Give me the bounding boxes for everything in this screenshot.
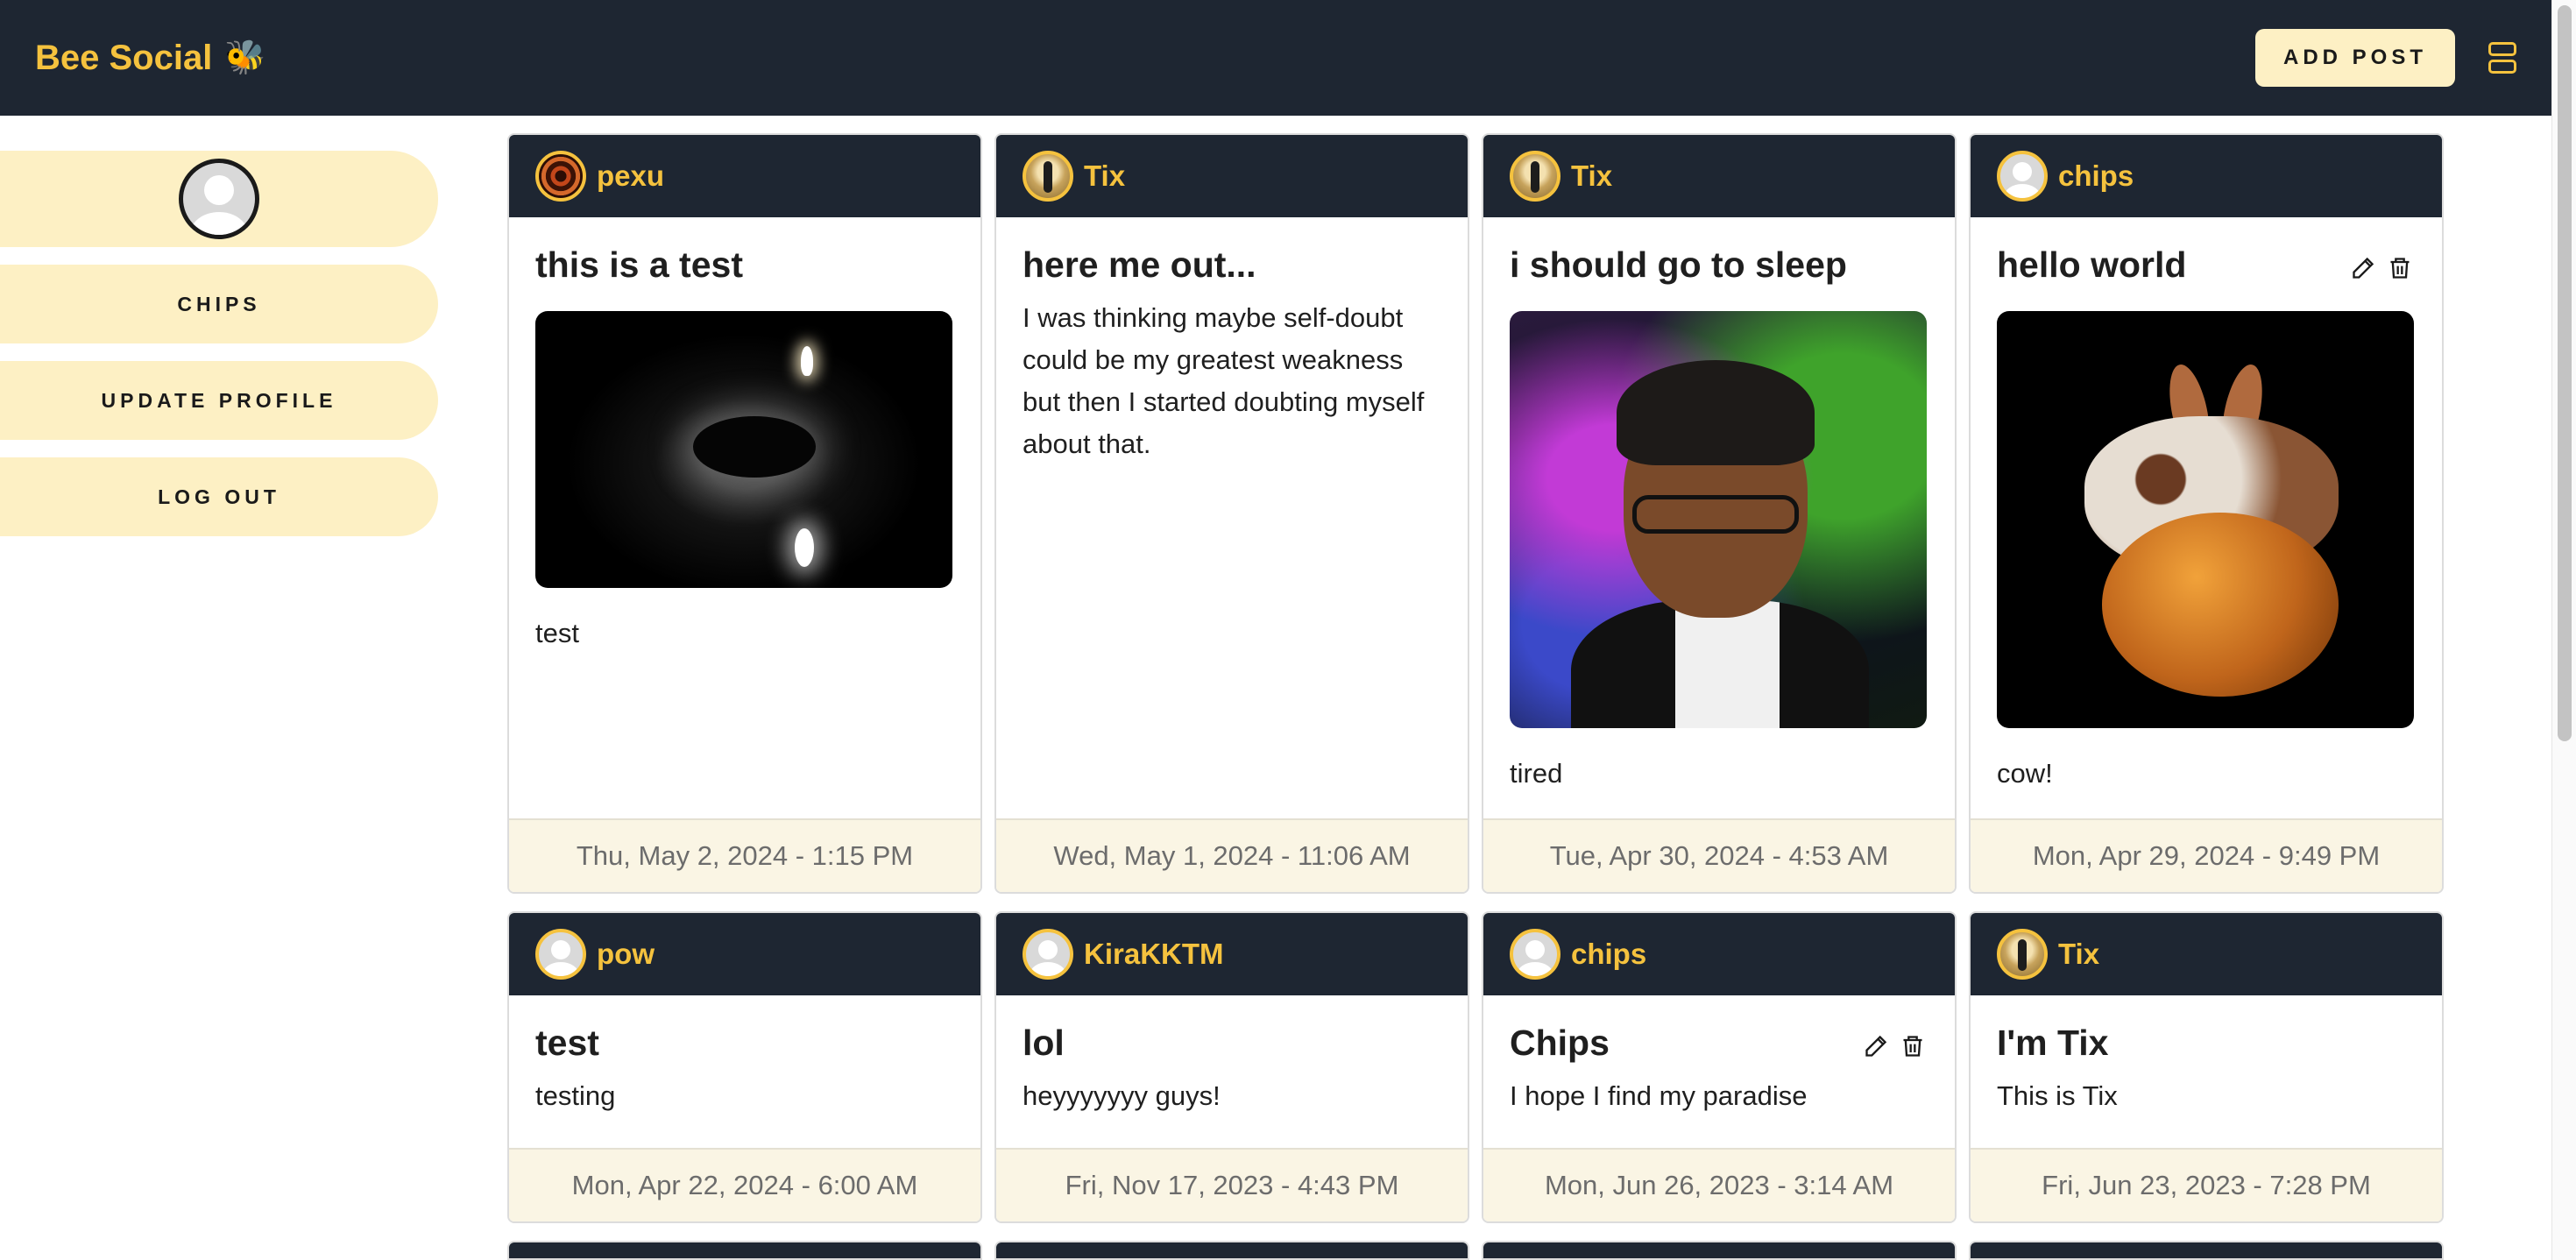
- post-card: KiraKKTM lol heyyyyyyy guys! Fri, Nov 17…: [994, 911, 1469, 1223]
- user-avatar[interactable]: [535, 151, 586, 202]
- user-avatar[interactable]: [1997, 151, 2048, 202]
- post-card-partial: [994, 1241, 1469, 1260]
- post-date: Tue, Apr 30, 2024 - 4:53 AM: [1483, 818, 1955, 892]
- post-card: Tix I'm Tix This is Tix Fri, Jun 23, 202…: [1969, 911, 2444, 1223]
- post-text: This is Tix: [1997, 1080, 2118, 1112]
- post-text: heyyyyyyy guys!: [1023, 1080, 1221, 1112]
- post-text: I was thinking maybe self-doubt could be…: [1023, 302, 1425, 460]
- post-header: chips: [1971, 135, 2442, 217]
- post-title: test: [535, 1023, 599, 1063]
- profile-avatar[interactable]: [179, 159, 259, 239]
- post-text: cow!: [1997, 758, 2053, 789]
- post-text: I hope I find my paradise: [1510, 1080, 1808, 1112]
- post-username[interactable]: chips: [2058, 159, 2134, 193]
- post-text: test: [535, 618, 579, 649]
- post-header: Tix: [996, 135, 1468, 217]
- brand-logo[interactable]: Bee Social 🐝: [35, 39, 266, 78]
- post-header: KiraKKTM: [996, 913, 1468, 995]
- post-image: [535, 311, 952, 589]
- post-title: I'm Tix: [1997, 1023, 2109, 1063]
- user-avatar[interactable]: [1023, 151, 1073, 202]
- post-card: pexu this is a test test Thu, May 2, 202…: [507, 133, 982, 894]
- post-header: Tix: [1971, 913, 2442, 995]
- profile-avatar-pill: [0, 151, 438, 247]
- post-text: tired: [1510, 758, 1563, 789]
- post-username[interactable]: Tix: [1571, 159, 1612, 193]
- post-header: pexu: [509, 135, 980, 217]
- post-title: i should go to sleep: [1510, 244, 1847, 285]
- post-date: Fri, Jun 23, 2023 - 7:28 PM: [1971, 1148, 2442, 1221]
- page-scrollbar[interactable]: [2551, 0, 2576, 1260]
- menu-toggle-icon[interactable]: [2488, 42, 2516, 74]
- post-card-partial: [507, 1241, 982, 1260]
- post-header: Tix: [1483, 135, 1955, 217]
- post-username[interactable]: Tix: [1084, 159, 1125, 193]
- navbar: Bee Social 🐝 ADD POST: [0, 0, 2551, 116]
- edit-icon[interactable]: [1864, 1034, 1888, 1058]
- post-card-partial: [1969, 1241, 2444, 1260]
- post-date: Fri, Nov 17, 2023 - 4:43 PM: [996, 1148, 1468, 1221]
- post-header: chips: [1483, 913, 1955, 995]
- post-username[interactable]: KiraKKTM: [1084, 938, 1224, 971]
- edit-icon[interactable]: [2351, 256, 2375, 280]
- post-card: chips Chips I hope I find my paradise Mo…: [1482, 911, 1957, 1223]
- user-avatar[interactable]: [1023, 929, 1073, 980]
- user-avatar[interactable]: [1510, 929, 1560, 980]
- post-image: [1997, 311, 2414, 729]
- log-out-button[interactable]: LOG OUT: [0, 457, 438, 536]
- post-card: Tix here me out... I was thinking maybe …: [994, 133, 1469, 894]
- post-date: Mon, Apr 22, 2024 - 6:00 AM: [509, 1148, 980, 1221]
- post-username[interactable]: chips: [1571, 938, 1646, 971]
- trash-icon[interactable]: [1900, 1034, 1925, 1058]
- post-date: Thu, May 2, 2024 - 1:15 PM: [509, 818, 980, 892]
- update-profile-button[interactable]: UPDATE PROFILE: [0, 361, 438, 440]
- add-post-button[interactable]: ADD POST: [2254, 29, 2455, 87]
- post-username[interactable]: pexu: [597, 159, 664, 193]
- post-card: Tix i should go to sleep tired Tue, Apr …: [1482, 133, 1957, 894]
- user-avatar[interactable]: [535, 929, 586, 980]
- post-username[interactable]: pow: [597, 938, 655, 971]
- post-card: pow test testing Mon, Apr 22, 2024 - 6:0…: [507, 911, 982, 1223]
- trash-icon[interactable]: [2388, 256, 2412, 280]
- post-date: Mon, Jun 26, 2023 - 3:14 AM: [1483, 1148, 1955, 1221]
- post-title: this is a test: [535, 244, 743, 285]
- post-title: here me out...: [1023, 244, 1256, 285]
- post-title: lol: [1023, 1023, 1065, 1063]
- post-date: Wed, May 1, 2024 - 11:06 AM: [996, 818, 1468, 892]
- post-card-partial: [1482, 1241, 1957, 1260]
- post-username[interactable]: Tix: [2058, 938, 2099, 971]
- username-button[interactable]: CHIPS: [0, 265, 438, 343]
- bee-icon: 🐝: [224, 39, 266, 76]
- user-avatar[interactable]: [1997, 929, 2048, 980]
- scrollbar-thumb[interactable]: [2558, 5, 2572, 741]
- post-image: [1510, 311, 1927, 729]
- brand-name: Bee Social: [35, 38, 213, 77]
- post-card: chips hello world cow! Mon, Apr 29, 2024…: [1969, 133, 2444, 894]
- post-text: testing: [535, 1080, 616, 1112]
- sidebar: CHIPS UPDATE PROFILE LOG OUT: [0, 151, 438, 554]
- post-header: pow: [509, 913, 980, 995]
- post-date: Mon, Apr 29, 2024 - 9:49 PM: [1971, 818, 2442, 892]
- user-avatar[interactable]: [1510, 151, 1560, 202]
